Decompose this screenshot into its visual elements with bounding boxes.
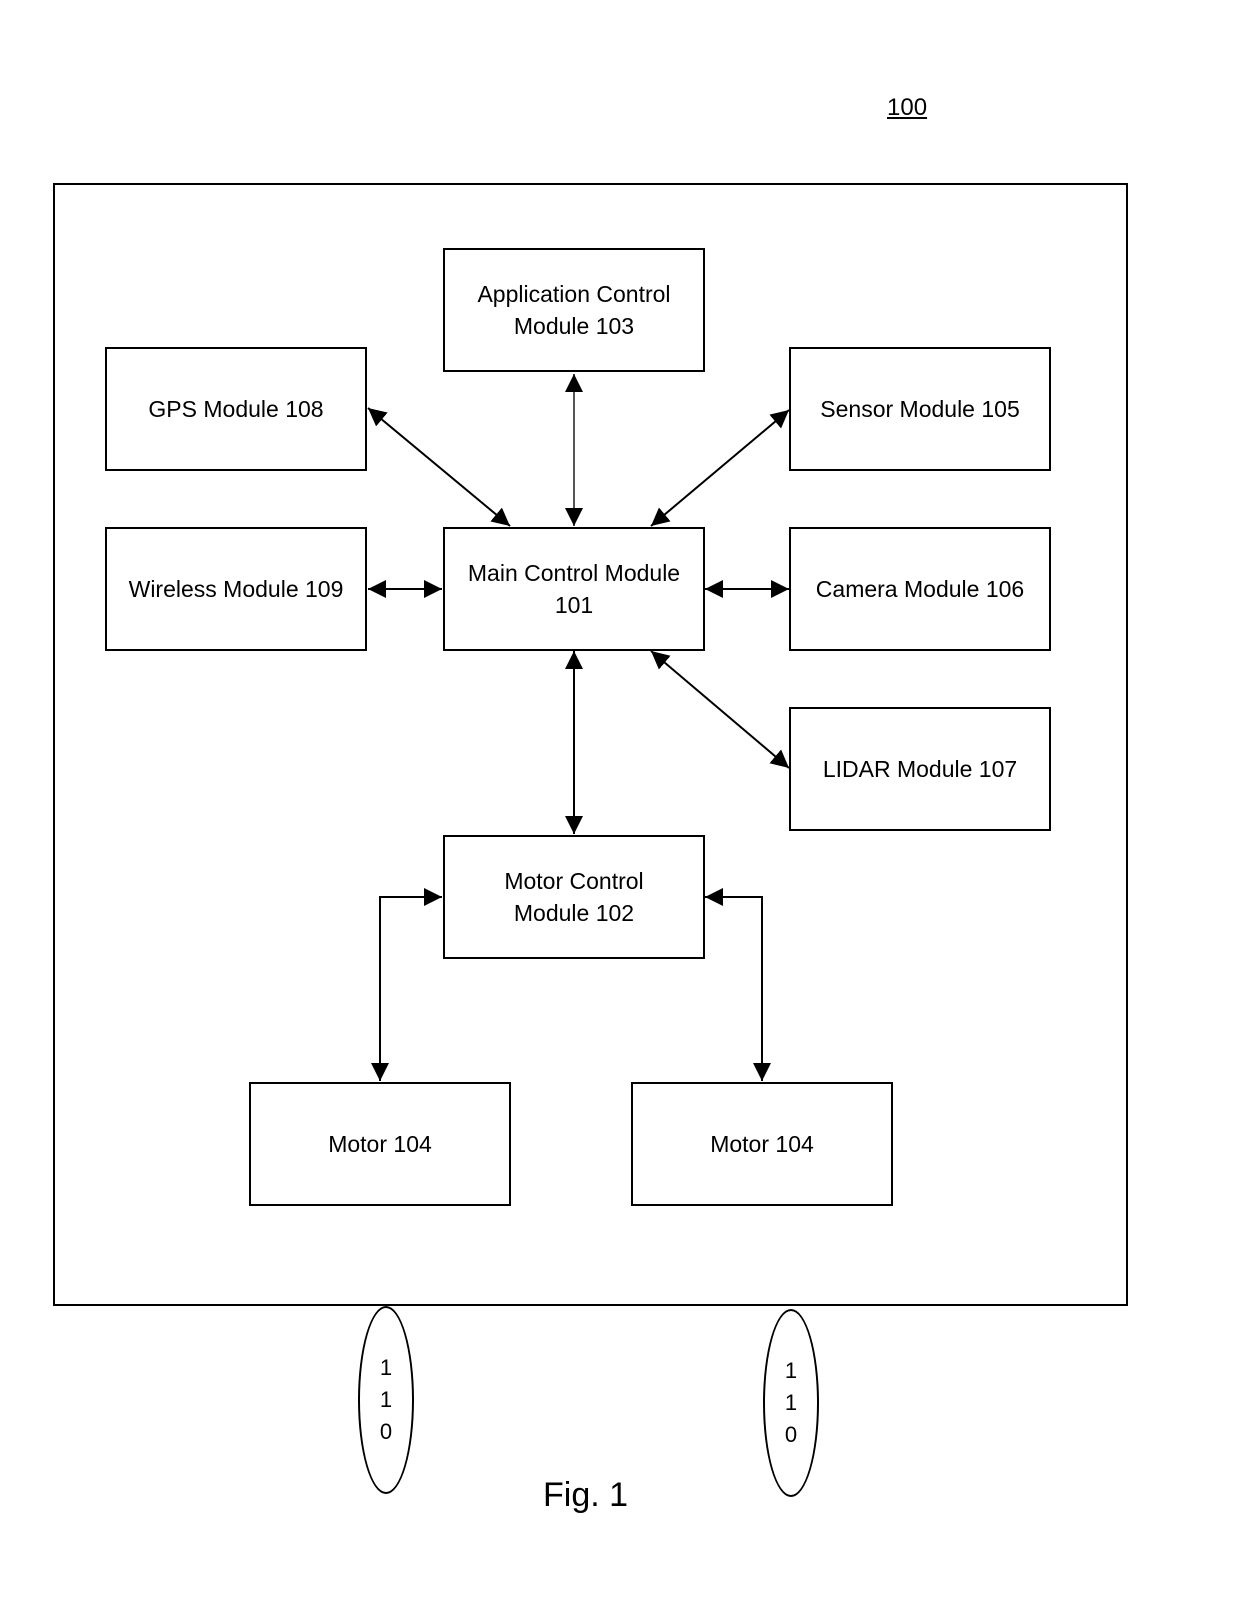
wheel-left-digit: 1 — [379, 1387, 393, 1412]
motor-left-label: Motor 104 — [328, 1131, 432, 1157]
wheel-left-digit: 1 — [379, 1355, 393, 1380]
camera-module-box: Camera Module 106 — [789, 527, 1051, 651]
main-control-module-box: Main Control Module 101 — [443, 527, 705, 651]
camera-module-label: Camera Module 106 — [815, 576, 1025, 602]
motor-left-box: Motor 104 — [249, 1082, 511, 1206]
motor-control-module-box: Motor Control Module 102 — [443, 835, 705, 959]
sensor-module-box: Sensor Module 105 — [789, 347, 1051, 471]
wireless-module-box: Wireless Module 109 — [105, 527, 367, 651]
figure-reference-numeral: 100 — [887, 94, 928, 121]
motor-right-label: Motor 104 — [710, 1131, 814, 1157]
figure-caption: Fig. 1 — [543, 1476, 629, 1514]
motor-control-module-label-line2: Module 102 — [513, 900, 635, 926]
gps-module-label: GPS Module 108 — [148, 396, 324, 422]
wireless-module-label: Wireless Module 109 — [128, 576, 344, 602]
gps-module-box: GPS Module 108 — [105, 347, 367, 471]
wheel-right: 1 1 0 — [763, 1309, 819, 1497]
application-control-module-label-line1: Application Control — [477, 281, 671, 307]
motor-control-module-label-line1: Motor Control — [504, 868, 644, 894]
motor-right-box: Motor 104 — [631, 1082, 893, 1206]
lidar-module-label: LIDAR Module 107 — [822, 756, 1018, 782]
main-control-module-label-line2: 101 — [554, 592, 594, 618]
main-control-module-label-line1: Main Control Module — [467, 560, 681, 586]
wheel-right-digit: 1 — [784, 1358, 798, 1383]
sensor-module-label: Sensor Module 105 — [820, 396, 1020, 422]
application-control-module-box: Application Control Module 103 — [443, 248, 705, 372]
wheel-right-digit: 1 — [784, 1390, 798, 1415]
application-control-module-label-line2: Module 103 — [513, 313, 635, 339]
wheel-left-digit: 0 — [379, 1419, 393, 1444]
wheel-right-digit: 0 — [784, 1422, 798, 1447]
lidar-module-box: LIDAR Module 107 — [789, 707, 1051, 831]
wheel-left: 1 1 0 — [358, 1306, 414, 1494]
